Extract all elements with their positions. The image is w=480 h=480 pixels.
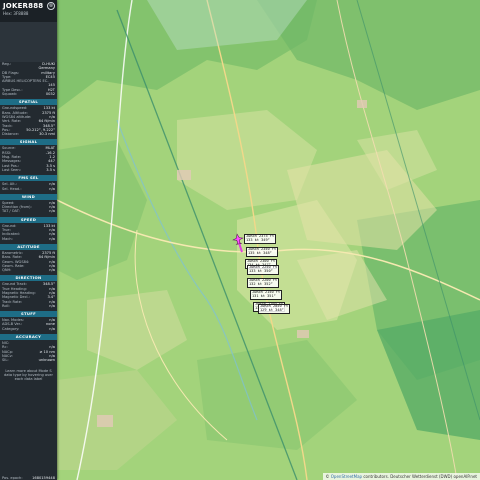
info-value: 30.3 nmi <box>39 132 55 137</box>
hex-code: Hex: 3F8888 <box>3 11 29 16</box>
info-label: TAT / OAT: <box>2 209 20 214</box>
map-view[interactable]: JOKER 2375 ft 133 kt 349° JOKER 2350 ft … <box>57 0 480 480</box>
section-header[interactable]: SPATIAL <box>0 99 57 106</box>
track-label[interactable]: JOKER 2050 ft 129 kt 348° <box>258 304 291 314</box>
section-header[interactable]: DIRECTION <box>0 275 57 282</box>
info-value: 0032 <box>45 92 55 97</box>
info-value: 3.5 s <box>46 167 55 172</box>
info-row: Last Seen: 3.5 s <box>0 168 57 172</box>
info-value: n/a <box>49 186 55 191</box>
info-label: Squawk: <box>2 92 18 97</box>
info-label: Mach: <box>2 236 13 241</box>
info-label: SIL: <box>2 358 9 363</box>
track-label[interactable]: JOKER 2350 ft 135 kt 348° <box>246 247 279 257</box>
pos-epoch-row: Pos. epoch: 1680159448 <box>0 476 57 480</box>
section-header[interactable]: STUFF <box>0 311 57 318</box>
info-row: Sel. Head.: n/a <box>0 187 57 191</box>
aircraft-photo-area <box>0 22 57 62</box>
track-label[interactable]: JOKER 2375 ft 133 kt 349° <box>244 234 277 244</box>
section-header[interactable]: ACCURACY <box>0 334 57 341</box>
info-label: Sel. Head.: <box>2 186 22 191</box>
pos-epoch-value: 1680159448 <box>32 475 55 480</box>
section-header[interactable]: SPEED <box>0 216 57 223</box>
info-value: n/a <box>49 268 55 273</box>
track-label[interactable]: JOKER 2250 ft 133 kt 350° <box>247 265 280 275</box>
section-header[interactable]: FMS SEL <box>0 175 57 182</box>
info-label: Distance: <box>2 132 19 137</box>
panel-footer: Pos. epoch: 1680159448 <box>0 476 57 480</box>
info-value: n/a <box>49 326 55 331</box>
section-header[interactable]: SIGNAL <box>0 139 57 146</box>
info-row: Squawk: 0032 <box>0 92 57 96</box>
info-note: Learn more about Mode S data type by hov… <box>4 368 53 382</box>
close-icon[interactable]: ⊗ <box>47 2 55 10</box>
info-label: Roll: <box>2 303 10 308</box>
info-label: Last Seen: <box>2 167 21 172</box>
info-label: Reg.: <box>2 62 12 66</box>
track-label[interactable]: JOKER 2200 ft 132 kt 352° <box>247 278 280 288</box>
info-row: Distance: 30.3 nmi <box>0 132 57 136</box>
track-label[interactable]: JOKER 2150 ft 131 kt 351° <box>250 290 283 300</box>
info-value: n/a <box>49 209 55 214</box>
section-header[interactable]: WIND <box>0 193 57 200</box>
info-value: n/a <box>49 303 55 308</box>
info-label: QNH: <box>2 268 12 273</box>
aircraft-info-panel: JOKER888 Hex: 3F8888 ⊗ Reg.: D-HUKI German… <box>0 0 57 480</box>
section-header[interactable]: ALTITUDE <box>0 243 57 250</box>
sections-block: SPATIAL Groundspeed: 133 kt Baro. Altitude:… <box>0 99 57 362</box>
info-row: Mach: n/a <box>0 237 57 241</box>
map-attribution: © OpenStreetMap contributors. Deutscher … <box>322 473 480 480</box>
details-block: Reg.: D-HUKI Germany DB Flags: military Type:… <box>0 62 57 96</box>
info-row: QNH: n/a <box>0 268 57 272</box>
info-row: TAT / OAT: n/a <box>0 209 57 213</box>
osm-link[interactable]: OpenStreetMap <box>331 474 362 479</box>
pos-epoch-label: Pos. epoch: <box>2 475 23 480</box>
info-value: unknown <box>38 358 55 363</box>
info-value: n/a <box>49 236 55 241</box>
info-row: Roll: n/a <box>0 304 57 308</box>
attribution-text: contributors. Deutscher Wetterdienst (DW… <box>362 474 477 479</box>
panel-header: JOKER888 Hex: 3F8888 ⊗ <box>0 0 57 22</box>
info-label: AIRBUS HELICOPTERS EC- <box>2 79 49 84</box>
info-row: Category: n/a <box>0 327 57 331</box>
info-label: Category: <box>2 326 20 331</box>
